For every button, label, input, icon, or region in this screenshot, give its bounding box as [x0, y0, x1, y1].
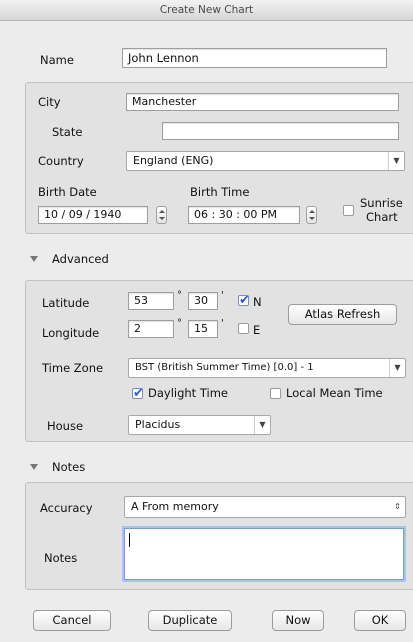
longitude-direction-label: E [253, 323, 261, 337]
notes-textarea[interactable] [124, 528, 404, 580]
latitude-minute-symbol: ' [221, 290, 224, 301]
birth-date-field[interactable]: 10 / 09 / 1940 [38, 206, 148, 224]
check-mark-icon: ✔ [239, 293, 250, 308]
birth-date-stepper-icon[interactable] [156, 206, 167, 224]
longitude-minute-symbol: ' [221, 318, 224, 329]
accuracy-label: Accuracy [40, 501, 93, 515]
country-label: Country [38, 154, 84, 168]
local-mean-time-checkbox[interactable] [270, 388, 281, 399]
longitude-degree-symbol: ° [177, 318, 182, 329]
notes-label: Notes [44, 551, 78, 565]
longitude-degrees-field[interactable]: 2 [128, 320, 174, 338]
window-title-bar: Create New Chart [0, 0, 413, 21]
ok-button[interactable]: OK [354, 610, 406, 631]
house-select-value: Placidus [135, 418, 181, 431]
latitude-degrees-field[interactable]: 53 [128, 292, 174, 310]
city-label: City [38, 95, 61, 109]
longitude-minutes-field[interactable]: 15 [188, 320, 218, 338]
state-field[interactable] [162, 122, 399, 140]
now-button[interactable]: Now [272, 610, 324, 631]
daylight-time-label: Daylight Time [148, 386, 228, 400]
notes-disclosure-icon[interactable] [30, 464, 38, 470]
country-select-value: England (ENG) [133, 154, 214, 167]
longitude-label: Longitude [42, 326, 100, 340]
sunrise-chart-label-line1: Sunrise [360, 196, 403, 210]
duplicate-button[interactable]: Duplicate [148, 610, 232, 631]
birth-date-label: Birth Date [38, 185, 97, 199]
updown-arrows-icon: ⇕ [394, 502, 401, 511]
cancel-button[interactable]: Cancel [33, 610, 111, 631]
check-mark-icon: ✔ [133, 386, 144, 401]
time-zone-label: Time Zone [42, 361, 104, 375]
birth-time-label: Birth Time [190, 185, 250, 199]
accuracy-select[interactable]: A From memory ⇕ [124, 496, 406, 518]
city-field[interactable]: Manchester [126, 93, 399, 111]
notes-header[interactable]: Notes [52, 460, 85, 474]
chevron-down-icon: ▼ [389, 359, 405, 377]
chevron-down-icon: ▼ [388, 152, 404, 170]
latitude-direction-label: N [253, 295, 262, 309]
atlas-refresh-button[interactable]: Atlas Refresh [288, 304, 397, 325]
name-label: Name [40, 53, 74, 67]
birth-time-stepper-icon[interactable] [306, 206, 317, 224]
advanced-header[interactable]: Advanced [52, 252, 109, 266]
chevron-down-icon: ▼ [254, 416, 270, 434]
latitude-label: Latitude [42, 296, 90, 310]
house-label: House [47, 419, 84, 433]
daylight-time-checkbox[interactable]: ✔ [132, 386, 144, 401]
sunrise-chart-label-line2: Chart [366, 210, 398, 224]
longitude-east-checkbox[interactable] [238, 323, 249, 334]
state-label: State [52, 125, 83, 139]
window-title: Create New Chart [159, 4, 254, 16]
birth-time-field[interactable]: 06 : 30 : 00 PM [188, 206, 300, 224]
text-caret [129, 533, 130, 547]
advanced-disclosure-icon[interactable] [30, 256, 38, 262]
time-zone-select[interactable]: BST (British Summer Time) [0.0] - 1 ▼ [128, 358, 406, 378]
latitude-north-checkbox[interactable]: ✔ [238, 293, 250, 308]
house-select[interactable]: Placidus ▼ [128, 415, 271, 435]
accuracy-select-value: A From memory [131, 500, 219, 513]
latitude-minutes-field[interactable]: 30 [188, 292, 218, 310]
time-zone-select-value: BST (British Summer Time) [0.0] - 1 [135, 362, 314, 373]
country-select[interactable]: England (ENG) ▼ [126, 151, 405, 171]
latitude-degree-symbol: ° [177, 290, 182, 301]
local-mean-time-label: Local Mean Time [286, 386, 383, 400]
name-field[interactable]: John Lennon [122, 48, 387, 68]
sunrise-chart-checkbox[interactable] [343, 205, 354, 216]
